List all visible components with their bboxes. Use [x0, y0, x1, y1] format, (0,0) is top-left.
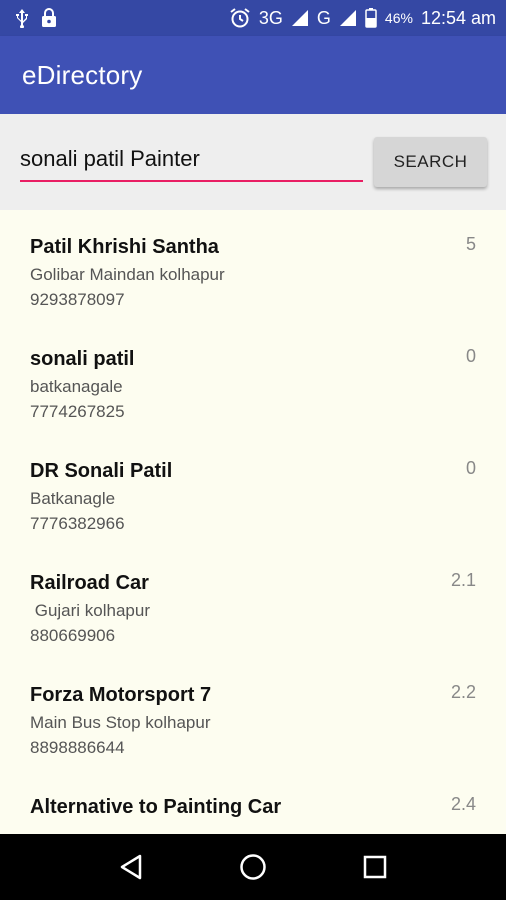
app-bar: eDirectory: [0, 36, 506, 114]
item-rating: 2.2: [450, 682, 476, 702]
back-triangle-icon: [120, 854, 142, 880]
lock-icon: [40, 8, 58, 28]
item-name: Forza Motorsport 7: [30, 684, 212, 706]
item-rating: 2.1: [450, 570, 476, 590]
item-address: Main Bus Stop kolhapur: [30, 713, 211, 732]
item-phone: 8898886644: [30, 738, 125, 757]
list-item[interactable]: Alternative to Painting Car 2.4: [0, 770, 506, 834]
list-item[interactable]: Railroad Car Gujari kolhapur 880669906 2…: [0, 546, 506, 658]
item-phone: 9293878097: [30, 290, 125, 309]
signal-icon: [291, 9, 309, 27]
item-address: batkanagale: [30, 377, 123, 396]
result-list[interactable]: Patil Khrishi Santha Golibar Maindan kol…: [0, 210, 506, 834]
item-name: sonali patil: [30, 348, 135, 370]
item-name: Patil Khrishi Santha: [30, 236, 219, 258]
list-item[interactable]: sonali patil batkanagale 7774267825 0: [0, 322, 506, 434]
item-name: Railroad Car: [30, 572, 149, 594]
battery-percent: 46%: [384, 10, 413, 26]
home-button[interactable]: [233, 847, 273, 887]
item-address: Golibar Maindan kolhapur: [30, 265, 225, 284]
item-phone: 7776382966: [30, 514, 125, 533]
list-item[interactable]: Patil Khrishi Santha Golibar Maindan kol…: [0, 210, 506, 322]
item-phone: 7774267825: [30, 402, 125, 421]
recents-button[interactable]: [355, 847, 395, 887]
back-button[interactable]: [111, 847, 151, 887]
home-circle-icon: [240, 854, 266, 880]
item-rating: 0: [465, 458, 476, 478]
item-rating: 0: [465, 346, 476, 366]
item-name: DR Sonali Patil: [30, 460, 173, 482]
status-right: 3G G 46% 12:54 am: [229, 7, 496, 29]
list-item[interactable]: Forza Motorsport 7 Main Bus Stop kolhapu…: [0, 658, 506, 770]
item-name: Alternative to Painting Car: [30, 796, 282, 818]
status-left: [14, 8, 58, 28]
item-address: Gujari kolhapur: [30, 601, 151, 620]
item-rating: 5: [465, 234, 476, 254]
app-title: eDirectory: [22, 59, 143, 90]
battery-icon: [365, 8, 377, 28]
signal-icon-2: [339, 9, 357, 27]
usb-icon: [14, 8, 30, 28]
status-bar: 3G G 46% 12:54 am: [0, 0, 506, 36]
recents-square-icon: [363, 855, 387, 879]
list-item[interactable]: DR Sonali Patil Batkanagle 7776382966 0: [0, 434, 506, 546]
search-input[interactable]: [20, 142, 363, 182]
carrier-label: G: [316, 7, 331, 28]
alarm-icon: [229, 7, 251, 29]
item-phone: 880669906: [30, 626, 116, 645]
search-button[interactable]: SEARCH: [374, 137, 487, 187]
item-rating: 2.4: [450, 794, 476, 814]
clock: 12:54 am: [420, 7, 496, 28]
item-address: Batkanagle: [30, 489, 116, 508]
navigation-bar: [0, 834, 506, 900]
network-type-label: 3G: [258, 7, 283, 28]
